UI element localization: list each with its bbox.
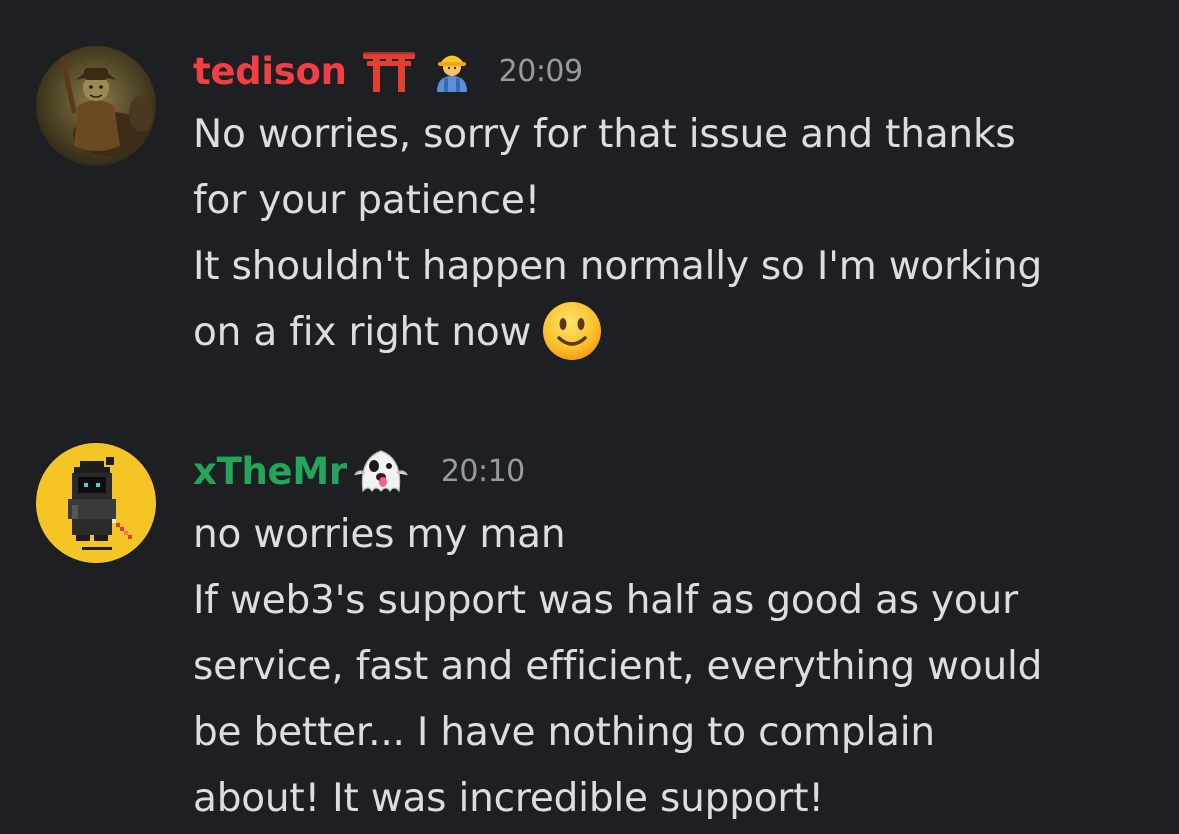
construction-worker-icon xyxy=(431,48,473,94)
message-text-line: for your patience! xyxy=(193,178,541,223)
message-text-line: be better... I have nothing to complain xyxy=(193,710,935,755)
message-header: tedison 20:09 xyxy=(193,40,1163,102)
timestamp: 20:10 xyxy=(440,453,525,489)
username[interactable]: tedison xyxy=(193,50,347,93)
avatar-image xyxy=(36,443,156,563)
avatar[interactable] xyxy=(36,46,156,166)
message-content: tedison 20:09 No worries, sorry for that… xyxy=(193,40,1163,366)
message-text-line: It shouldn't happen normally so I'm work… xyxy=(193,244,1043,289)
ghost-icon xyxy=(349,445,413,497)
message-text-line: No worries, sorry for that issue and tha… xyxy=(193,112,1016,157)
message-text-line: If web3's support was half as good as yo… xyxy=(193,578,1018,623)
message-text-line: about! It was incredible support! xyxy=(193,776,824,821)
message-header: xTheMr 20:10 xyxy=(193,440,1163,502)
message-content: xTheMr 20:10 no worries my man If web3's… xyxy=(193,440,1163,832)
message-text-line: no worries my man xyxy=(193,512,566,557)
avatar-image xyxy=(36,46,156,166)
slightly-smiling-face-icon xyxy=(541,300,603,362)
message-text-line: service, fast and efficient, everything … xyxy=(193,644,1043,689)
username[interactable]: xTheMr xyxy=(193,450,347,493)
message-text-line-last: on a fix right now xyxy=(193,300,1163,366)
message-text-segment: on a fix right now xyxy=(193,310,532,355)
avatar[interactable] xyxy=(36,443,156,563)
timestamp: 20:09 xyxy=(498,53,583,89)
torii-gate-icon xyxy=(361,48,417,94)
